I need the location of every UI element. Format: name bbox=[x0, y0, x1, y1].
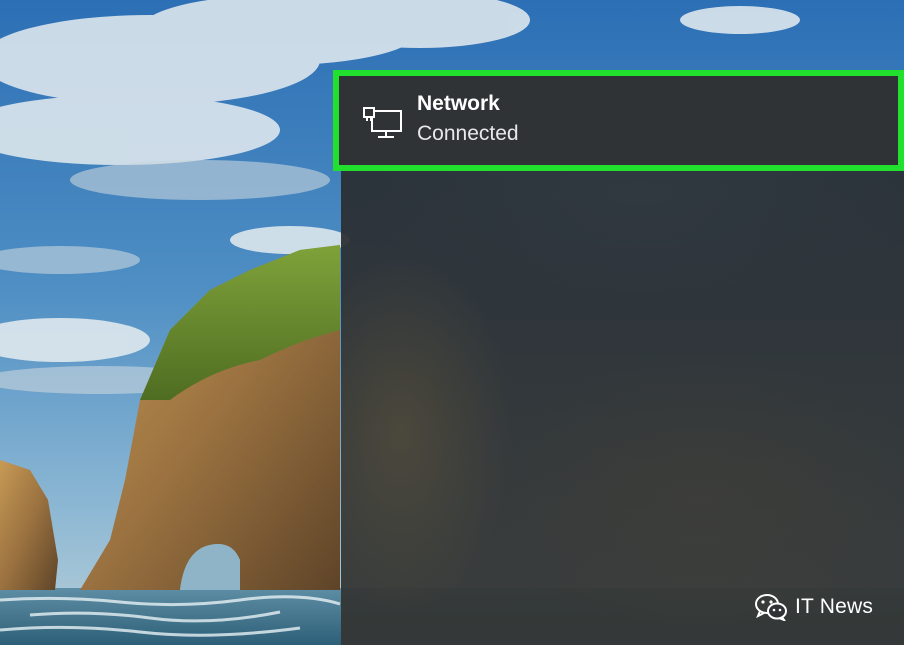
network-connection-item[interactable]: Network Connected bbox=[333, 70, 904, 171]
wechat-icon bbox=[755, 593, 787, 623]
ethernet-monitor-icon bbox=[363, 107, 403, 141]
watermark-text: IT News bbox=[795, 595, 874, 618]
network-text-block: Network Connected bbox=[417, 89, 519, 149]
watermark: IT News bbox=[755, 590, 873, 624]
network-name: Network bbox=[417, 92, 500, 115]
network-status: Connected bbox=[417, 122, 519, 145]
